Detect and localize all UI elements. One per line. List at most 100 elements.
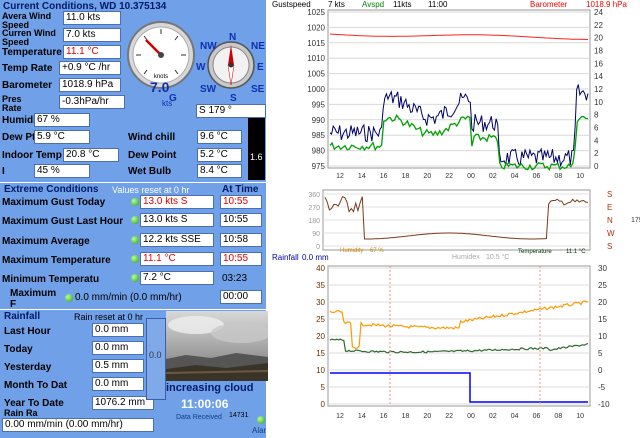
indoor-temp-label: Indoor Temp	[2, 150, 62, 161]
graph3-right-tick: 5	[598, 349, 603, 358]
x-tick-label: 14	[358, 413, 366, 420]
indoor-temp-value: 20.8 °C	[63, 148, 119, 162]
x-tick-label: 12	[336, 173, 344, 180]
graph3-left-axis: 40 35 30 25 20 15 10 5 0	[316, 264, 325, 409]
graph1-right-tick: 24	[594, 8, 603, 17]
alarm-indicator-icon[interactable]	[257, 416, 265, 424]
compass-w-label: W	[196, 62, 206, 73]
graph3-right-axis: 30 25 20 15 10 5 0 -5 -10	[598, 264, 610, 409]
wind-barometer-graph: 102510201015101010051000995990985980975 …	[307, 8, 603, 180]
graph3-left-tick: 40	[316, 264, 325, 273]
data-received-label: Data Received	[176, 414, 222, 421]
graph1-right-tick: 14	[594, 72, 603, 81]
graph1-x-axis: 12 14 16 18 20 22 00 02 04 06 08 10	[336, 173, 584, 180]
gust-side-label: G	[169, 93, 177, 104]
x-tick-label: 10	[576, 173, 584, 180]
graph3-x-axis: 12 14 16 18 20 22 00 02 04 06 08 10	[336, 413, 584, 420]
x-tick-label: 02	[489, 173, 497, 180]
graph2-direction-tick: S	[607, 242, 612, 251]
indoor-humidity-label: I	[2, 166, 5, 177]
graph1-left-tick: 1000	[307, 85, 325, 94]
wet-bulb-value: 8.4 °C	[197, 164, 242, 178]
weather-caption: increasing cloud	[166, 382, 254, 394]
pres-rate-value: -0.3hPa/hr	[59, 95, 125, 109]
graph3-left-tick: 0	[321, 400, 326, 409]
graph1-left-tick: 980	[312, 147, 326, 156]
graph1-right-tick: 4	[594, 136, 599, 145]
wind-direction-value: S 179 °	[196, 104, 266, 118]
speed-gauge-value: 7.0	[150, 79, 170, 95]
graph3-right-tick: 0	[598, 366, 603, 375]
status-dot	[65, 294, 73, 302]
graph2-left-tick: 270	[308, 205, 320, 212]
rain-rate-value: 0.00 mm/min (0.00 mm/hr)	[2, 418, 154, 432]
x-tick-label: 18	[402, 173, 410, 180]
graph1-right-tick: 20	[594, 34, 603, 43]
graph2-left-axis: 360 270 180 90 0	[308, 192, 320, 251]
humidity-value: 67 %	[34, 113, 90, 127]
graph3-right-tick: -5	[598, 383, 606, 392]
graph1-right-tick: 2	[594, 149, 599, 158]
graph1-left-axis: 1025 1020 1015 1010 1005 1000 995 990 985 980 975	[307, 8, 325, 171]
max-temp-label: Maximum Temperature	[2, 255, 111, 266]
graph2-left-tick: 180	[308, 218, 320, 225]
temp-rate-label: Temp Rate	[2, 63, 53, 74]
barometer-label: Barometer	[2, 80, 53, 91]
dew-pt-depr-value: 5.9 °C	[34, 130, 90, 144]
x-tick-label: 16	[380, 413, 388, 420]
rain-last-hour-value: 0.0 mm	[92, 323, 144, 337]
rain-month-value: 0.0 mm	[92, 377, 144, 391]
dew-point-value: 5.2 °C	[197, 148, 242, 162]
uv-value: 1.6	[250, 152, 263, 162]
graph1-left-tick: 1010	[307, 54, 325, 63]
max-rain-rate-value: 0.0 mm/min (0.0 mm/hr)	[75, 292, 182, 303]
uv-bar	[248, 118, 265, 180]
dir-right-value: 179	[631, 217, 640, 224]
temperature-label: Temperature	[2, 47, 62, 58]
x-tick-label: 20	[423, 413, 431, 420]
temperature-graph-value: 11.1 °C	[566, 249, 586, 255]
graph1-right-axis: 242220181614121086420	[594, 8, 603, 171]
current-wind-label: Curren Wind Speed	[2, 28, 56, 47]
data-received-value: 14731	[229, 412, 249, 419]
graph2-left-tick: 90	[312, 231, 320, 238]
x-tick-label: 22	[445, 173, 453, 180]
graph3-right-tick: -10	[598, 400, 610, 409]
graph1-left-tick: 1015	[307, 39, 325, 48]
max-temp-value: 11.1 °C	[140, 252, 214, 266]
graph1-left-tick: 975	[312, 162, 326, 171]
x-tick-label: 14	[358, 173, 366, 180]
clock: 11:00:06	[181, 397, 229, 411]
at-time-header: At Time	[222, 184, 259, 195]
wet-bulb-label: Wet Bulb	[128, 166, 172, 177]
max-average-label: Maximum Average	[2, 236, 90, 247]
graph1-left-tick: 1005	[307, 70, 325, 79]
x-tick-label: 22	[445, 413, 453, 420]
alarm-label[interactable]: Alar	[252, 426, 266, 435]
rain-today-label: Today	[4, 344, 33, 355]
temperature-graph: 4035302520151050 302520151050-5-10 12 14 1…	[316, 264, 610, 420]
graph2-direction-tick: E	[607, 203, 612, 212]
indoor-humidity-value: 45 %	[34, 164, 90, 178]
graph2-left-tick: 360	[308, 192, 320, 199]
graph3-right-tick: 15	[598, 315, 607, 324]
rain-last-hour-label: Last Hour	[4, 326, 51, 337]
compass-se-label: SE	[251, 84, 265, 95]
pres-rate-label: Pres Rate	[2, 94, 22, 113]
avg-wind-value: 11.0 kts	[63, 11, 121, 25]
max-gust-hour-value: 13.0 kts S	[140, 213, 214, 227]
graph1-left-tick: 995	[312, 100, 326, 109]
graph1-right-tick: 18	[594, 47, 603, 56]
x-tick-label: 16	[380, 173, 388, 180]
humidex-graph-label: Humidex	[452, 254, 480, 261]
graph1-left-tick: 990	[312, 116, 326, 125]
wind-chill-value: 9.6 °C	[197, 130, 242, 144]
rainfall-note: Rain reset at 0 hr	[74, 312, 144, 322]
status-dot	[131, 198, 139, 206]
max-temp-time: 10:55	[220, 252, 262, 266]
x-tick-label: 00	[467, 173, 475, 180]
graph1-right-tick: 10	[594, 98, 603, 107]
x-tick-label: 06	[533, 173, 541, 180]
compass-nw-label: NW	[200, 41, 217, 52]
graph3-right-tick: 30	[598, 264, 607, 273]
